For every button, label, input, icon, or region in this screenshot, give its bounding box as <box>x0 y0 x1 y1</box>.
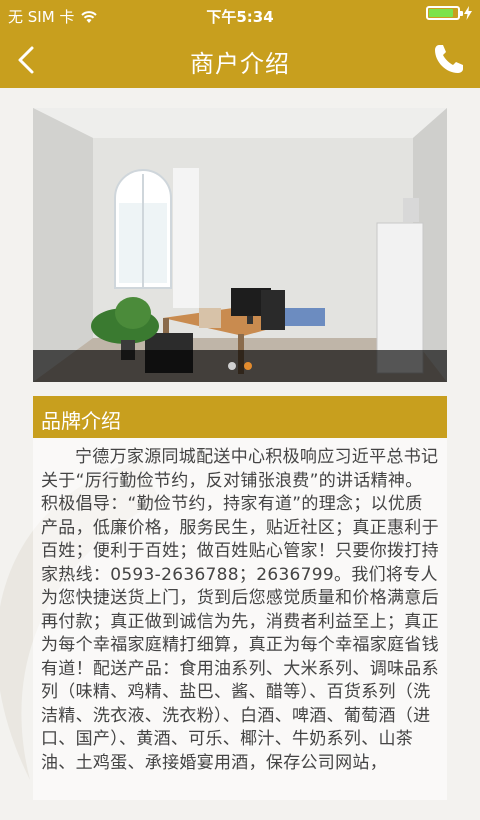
charging-bolt-icon <box>464 6 472 20</box>
page-title: 商户介绍 <box>190 50 290 78</box>
battery-tip <box>460 11 463 16</box>
battery-icon <box>426 6 463 20</box>
brand-section-header: 品牌介绍 <box>33 396 447 438</box>
brand-section-body: 宁德万家源同城配送中心积极响应习近平总书记关于“厉行勤俭节约，反对铺张浪费”的讲… <box>33 438 447 800</box>
nav-bar: 商户介绍 <box>0 30 480 88</box>
battery-fill <box>429 9 453 17</box>
carousel-dot[interactable] <box>244 362 252 370</box>
status-right <box>426 6 472 20</box>
carousel-dot[interactable] <box>228 362 236 370</box>
brand-description: 宁德万家源同城配送中心积极响应习近平总书记关于“厉行勤俭节约，反对铺张浪费”的讲… <box>41 447 439 773</box>
brand-section-title: 品牌介绍 <box>41 409 121 433</box>
phone-icon <box>435 45 463 73</box>
carousel-dots <box>33 362 447 370</box>
status-bar: 无 SIM 卡 下午5:34 <box>0 0 480 30</box>
image-carousel[interactable] <box>33 108 447 382</box>
office-photo <box>33 108 447 382</box>
carousel-indicator-bar <box>33 350 447 382</box>
status-time: 下午5:34 <box>206 8 274 26</box>
call-button[interactable] <box>432 42 466 76</box>
